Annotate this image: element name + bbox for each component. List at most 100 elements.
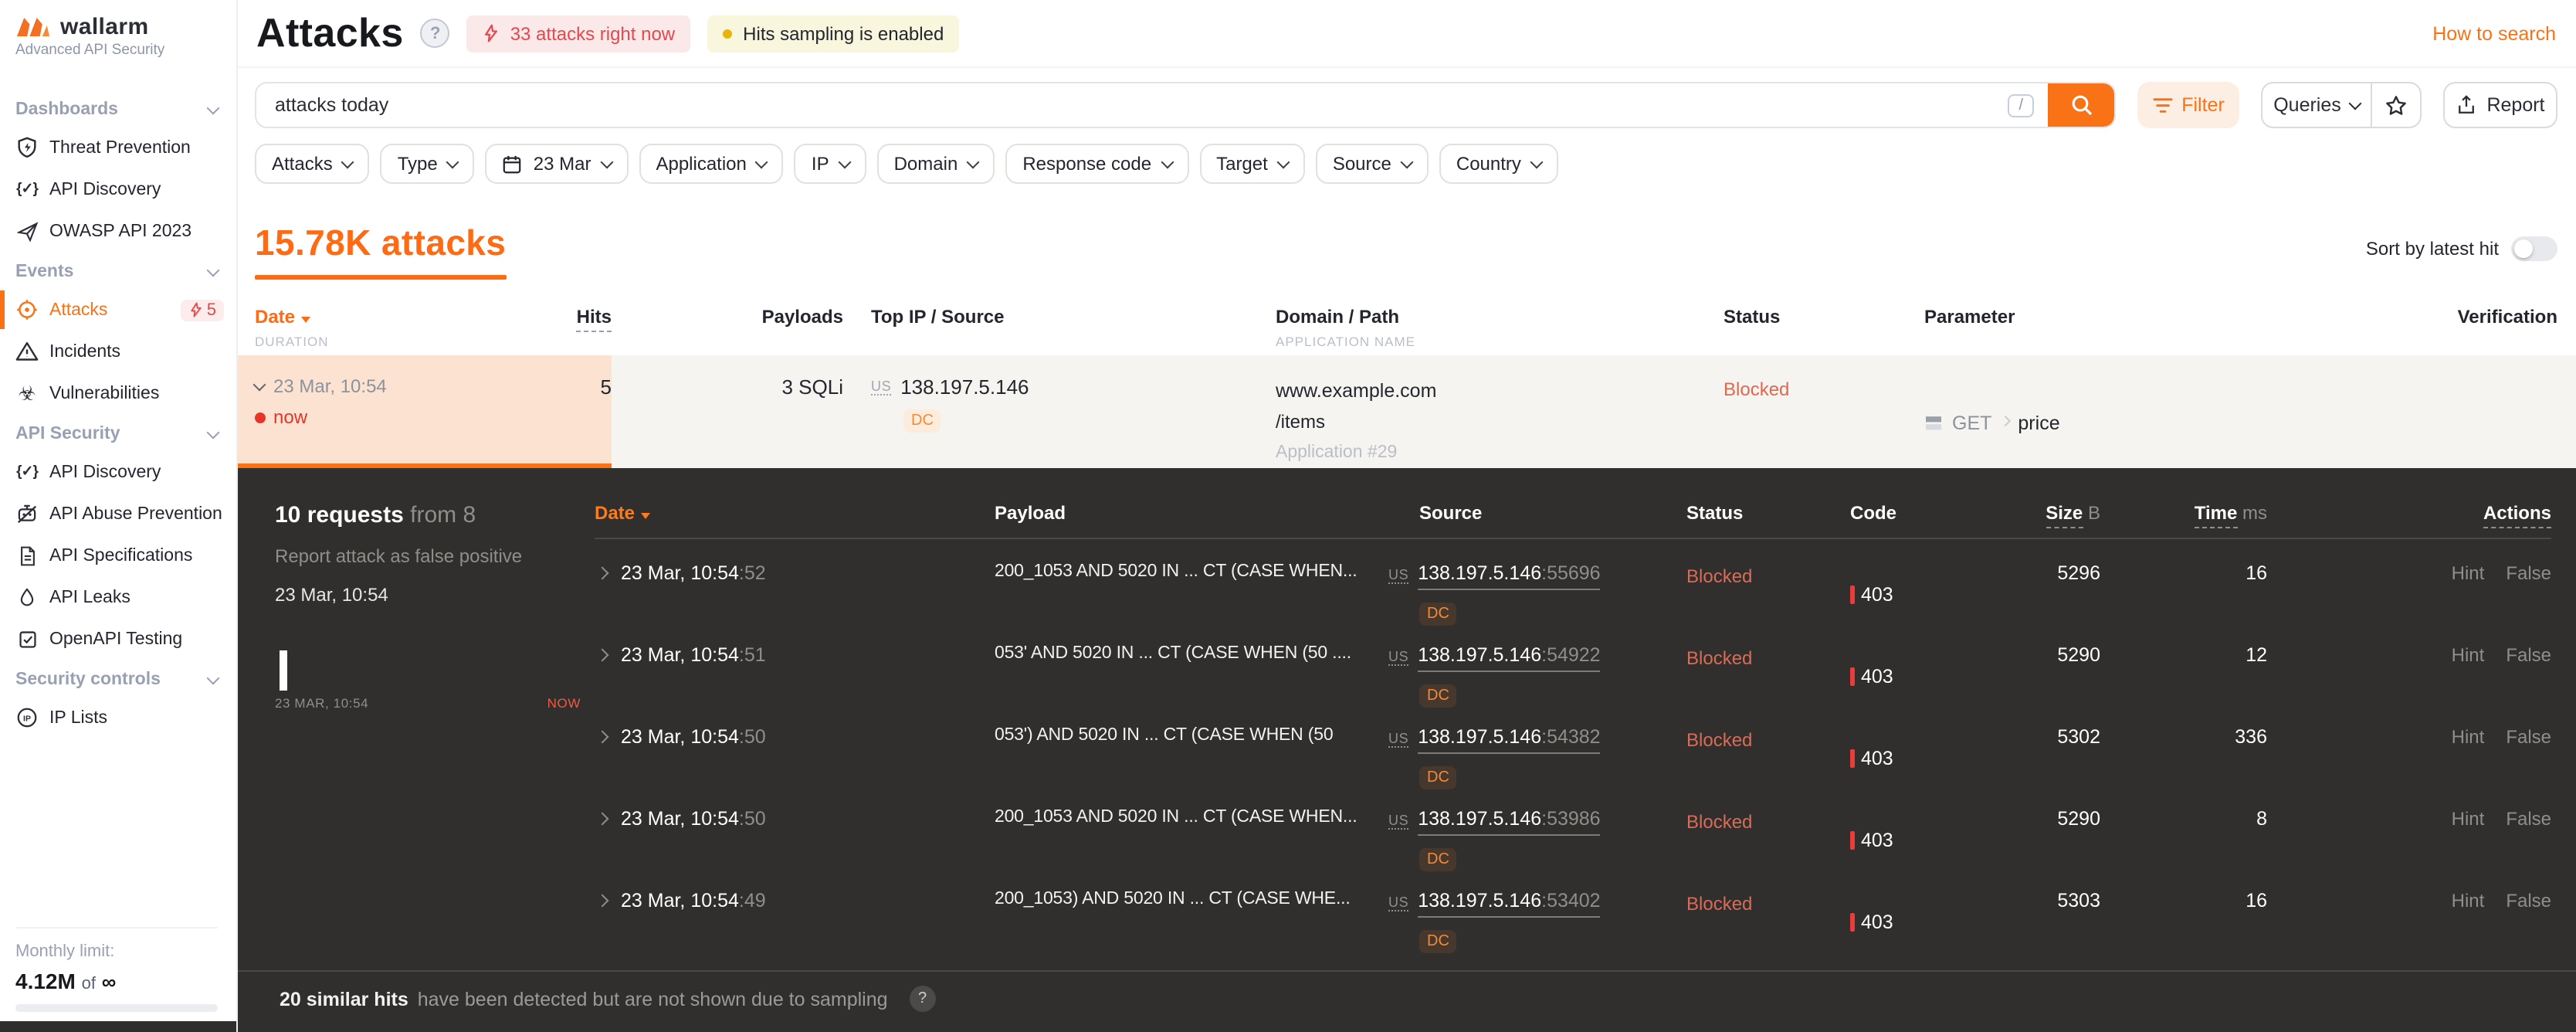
- hint-action[interactable]: Hint: [2452, 726, 2485, 791]
- chevron-right-icon[interactable]: [595, 730, 609, 744]
- column-parameter: Parameter: [1924, 306, 2015, 328]
- monthly-limit-value: 4.12M: [15, 969, 76, 993]
- hint-action[interactable]: Hint: [2452, 562, 2485, 627]
- sidebar-item-ip-lists[interactable]: IP IP Lists: [0, 697, 236, 738]
- attack-path[interactable]: /items: [1276, 406, 1724, 437]
- false-action[interactable]: False: [2506, 808, 2551, 873]
- chevron-down-icon: [1276, 154, 1290, 168]
- request-ip[interactable]: 138.197.5.146:53986: [1418, 808, 1601, 836]
- column-actions[interactable]: Actions: [2267, 502, 2551, 528]
- false-action[interactable]: False: [2506, 890, 2551, 955]
- sidebar-item-api-abuse-prevention[interactable]: API Abuse Prevention: [0, 493, 236, 535]
- attack-row[interactable]: 23 Mar, 10:54 now 5 3 SQLi US 138.197.5.…: [236, 355, 2576, 468]
- request-row[interactable]: 23 Mar, 10:54:51 053' AND 5020 IN ... CT…: [595, 627, 2551, 709]
- datacenter-badge: DC: [1419, 848, 1457, 871]
- filter-chips: Attacks Type 23 Mar Application IP Domai…: [255, 144, 1558, 184]
- search-button[interactable]: [2048, 83, 2114, 127]
- sidebar-item-api-leaks[interactable]: API Leaks: [0, 576, 236, 618]
- error-code-bar: [1850, 586, 1855, 604]
- attack-ip[interactable]: 138.197.5.146: [900, 375, 1029, 399]
- chip-source[interactable]: Source: [1315, 144, 1429, 184]
- request-row[interactable]: 23 Mar, 10:54:50 053') AND 5020 IN ... C…: [595, 709, 2551, 791]
- false-action[interactable]: False: [2506, 562, 2551, 627]
- country-code[interactable]: US: [1388, 895, 1409, 911]
- chip-type[interactable]: Type: [380, 144, 475, 184]
- hint-action[interactable]: Hint: [2452, 890, 2485, 955]
- count-underline: [255, 275, 507, 280]
- column-date[interactable]: Date: [595, 502, 995, 524]
- chevron-down-icon: [1160, 154, 1174, 168]
- attack-domain[interactable]: www.example.com: [1276, 375, 1724, 406]
- hint-action[interactable]: Hint: [2452, 644, 2485, 709]
- section-dashboards[interactable]: Dashboards: [0, 90, 236, 127]
- sort-toggle[interactable]: [2511, 236, 2557, 261]
- attacks-right-now-badge[interactable]: 33 attacks right now: [466, 15, 691, 52]
- section-security-controls[interactable]: Security controls: [0, 660, 236, 697]
- sidebar-nav: Dashboards Threat Prevention {✓} API Dis…: [0, 90, 236, 738]
- chip-response-code[interactable]: Response code: [1005, 144, 1189, 184]
- sidebar-item-owasp-api-2023[interactable]: OWASP API 2023: [0, 210, 236, 252]
- favorite-star-button[interactable]: [2372, 83, 2420, 127]
- chevron-right-icon[interactable]: [595, 566, 609, 580]
- column-duration: DURATION: [255, 334, 329, 349]
- request-row[interactable]: 23 Mar, 10:54:50 200_1053 AND 5020 IN ..…: [595, 791, 2551, 873]
- country-code[interactable]: US: [1388, 649, 1409, 666]
- chip-country[interactable]: Country: [1439, 144, 1558, 184]
- how-to-search-link[interactable]: How to search: [2432, 22, 2556, 44]
- queries-button[interactable]: Queries: [2262, 83, 2372, 127]
- request-ip[interactable]: 138.197.5.146:53402: [1418, 890, 1601, 918]
- chevron-right-icon[interactable]: [595, 812, 609, 826]
- filter-button[interactable]: Filter: [2137, 82, 2239, 128]
- sidebar-item-vulnerabilities[interactable]: ☣ Vulnerabilities: [0, 372, 236, 414]
- chip-target[interactable]: Target: [1199, 144, 1305, 184]
- chip-ip[interactable]: IP: [794, 144, 866, 184]
- sampling-footer: 20 similar hits have been detected but a…: [280, 986, 936, 1012]
- datacenter-badge: DC: [1419, 766, 1457, 789]
- column-date[interactable]: Date: [255, 306, 510, 328]
- country-code[interactable]: US: [871, 379, 892, 395]
- page-help-icon[interactable]: ?: [420, 19, 450, 48]
- report-button[interactable]: Report: [2443, 82, 2557, 128]
- false-action[interactable]: False: [2506, 726, 2551, 791]
- monthly-limit-label: Monthly limit:: [15, 942, 115, 961]
- column-hits[interactable]: Hits: [510, 306, 612, 349]
- sidebar-item-threat-prevention[interactable]: Threat Prevention: [0, 127, 236, 168]
- chip-attacks[interactable]: Attacks: [255, 144, 370, 184]
- section-events[interactable]: Events: [0, 252, 236, 289]
- column-time[interactable]: Time ms: [2100, 502, 2267, 528]
- request-ip[interactable]: 138.197.5.146:54382: [1418, 726, 1601, 754]
- chip-date[interactable]: 23 Mar: [485, 144, 629, 184]
- chevron-right-icon[interactable]: [595, 894, 609, 908]
- sidebar-item-attacks[interactable]: Attacks 5: [0, 289, 236, 331]
- sidebar-item-api-discovery-2[interactable]: {✓} API Discovery: [0, 451, 236, 493]
- main-content: Attacks ? 33 attacks right now Hits samp…: [236, 0, 2576, 1032]
- sidebar-item-incidents[interactable]: Incidents: [0, 331, 236, 372]
- column-size[interactable]: Size B: [2005, 502, 2100, 528]
- sidebar-item-openapi-testing[interactable]: OpenAPI Testing: [0, 618, 236, 660]
- attack-date: 23 Mar, 10:54: [273, 375, 387, 397]
- country-code[interactable]: US: [1388, 731, 1409, 748]
- sidebar-item-api-discovery[interactable]: {✓} API Discovery: [0, 168, 236, 210]
- chevron-right-icon: [1999, 414, 2011, 426]
- sort-desc-icon: [301, 317, 311, 323]
- chevron-right-icon[interactable]: [595, 648, 609, 662]
- sampling-help-icon[interactable]: ?: [909, 986, 936, 1012]
- request-row[interactable]: 23 Mar, 10:54:52 200_1053 AND 5020 IN ..…: [595, 545, 2551, 627]
- report-false-positive-link[interactable]: Report attack as false positive: [275, 545, 584, 567]
- request-row[interactable]: 23 Mar, 10:54:49 200_1053) AND 5020 IN .…: [595, 873, 2551, 955]
- chevron-down-icon: [206, 670, 220, 684]
- hint-action[interactable]: Hint: [2452, 808, 2485, 873]
- request-ip[interactable]: 138.197.5.146:55696: [1418, 562, 1601, 590]
- country-code[interactable]: US: [1388, 567, 1409, 584]
- search-input[interactable]: [256, 94, 2008, 116]
- chevron-down-icon[interactable]: [253, 377, 266, 391]
- country-code[interactable]: US: [1388, 813, 1409, 830]
- chip-application[interactable]: Application: [639, 144, 784, 184]
- request-ip[interactable]: 138.197.5.146:54922: [1418, 644, 1601, 672]
- section-api-security[interactable]: API Security: [0, 414, 236, 451]
- search-row: / Filter Queries Report: [255, 82, 2557, 128]
- error-code-bar: [1850, 749, 1855, 768]
- sidebar-item-api-specifications[interactable]: API Specifications: [0, 535, 236, 576]
- false-action[interactable]: False: [2506, 644, 2551, 709]
- chip-domain[interactable]: Domain: [876, 144, 995, 184]
